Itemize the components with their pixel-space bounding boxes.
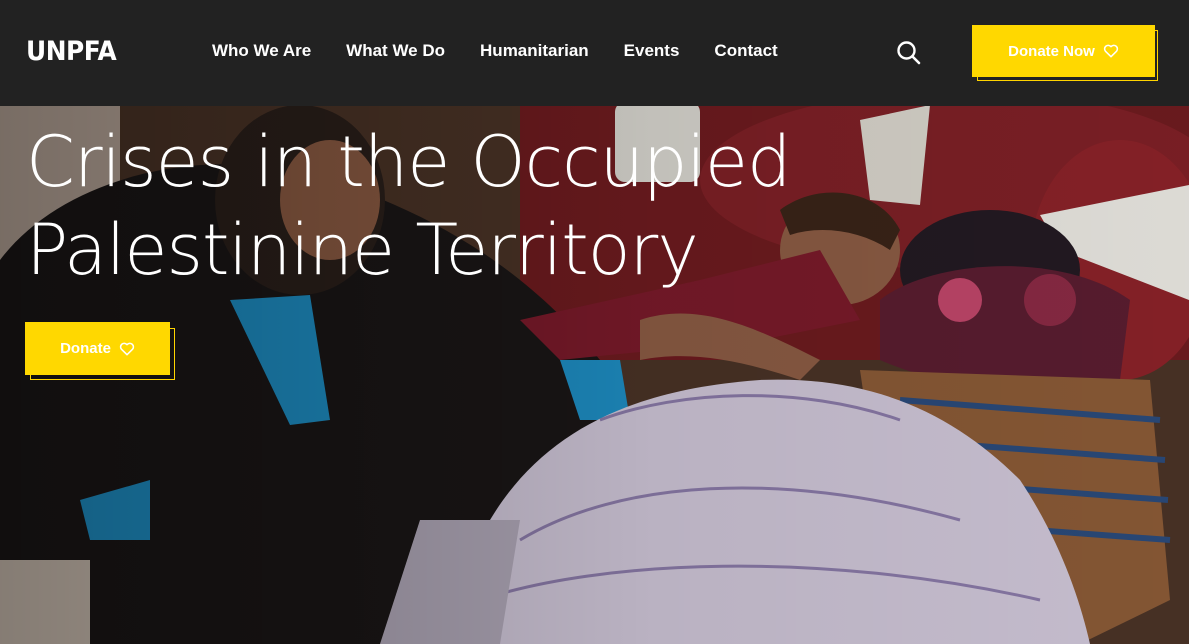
nav-item-contact[interactable]: Contact (714, 41, 777, 61)
search-icon (897, 41, 921, 65)
donate-now-button[interactable]: Donate Now (972, 25, 1155, 77)
donate-group: Donate (25, 322, 177, 382)
heart-icon (119, 342, 135, 355)
donate-button[interactable]: Donate (25, 322, 170, 375)
heart-icon (1103, 44, 1118, 58)
main-nav: Who We Are What We Do Humanitarian Event… (212, 41, 813, 61)
donate-now-group: Donate Now (972, 25, 1160, 83)
nav-item-events[interactable]: Events (624, 41, 680, 61)
search-button[interactable] (896, 40, 922, 66)
site-header: UNPFA Who We Are What We Do Humanitarian… (0, 0, 1189, 106)
donate-label: Donate (60, 340, 111, 357)
nav-item-what-we-do[interactable]: What We Do (346, 41, 445, 61)
nav-item-humanitarian[interactable]: Humanitarian (480, 41, 589, 61)
nav-item-who-we-are[interactable]: Who We Are (212, 41, 311, 61)
donate-now-label: Donate Now (1008, 42, 1095, 60)
page: UNPFA Who We Are What We Do Humanitarian… (0, 0, 1189, 644)
logo[interactable]: UNPFA (26, 36, 117, 67)
page-title: Crises in the Occupied Palestinine Terri… (26, 121, 791, 291)
